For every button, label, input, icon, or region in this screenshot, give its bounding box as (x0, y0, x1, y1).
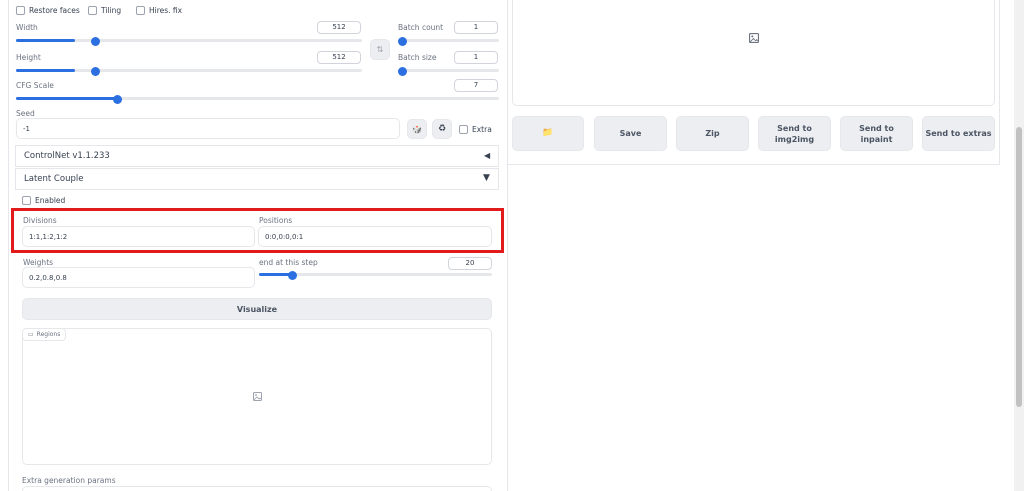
send-to-extras-button[interactable]: Send to extras (922, 116, 995, 151)
restore-faces-label: Restore faces (29, 6, 80, 15)
latent-couple-title: Latent Couple (24, 174, 84, 184)
controlnet-title: ControlNet v1.1.233 (24, 151, 110, 161)
random-seed-button[interactable]: 🎲 (407, 119, 427, 139)
width-slider-thumb[interactable] (91, 37, 100, 46)
image-tag-icon: ▭ (28, 331, 34, 338)
send-to-img2img-button[interactable]: Send to img2img (758, 116, 831, 151)
batch-count-label: Batch count (398, 23, 444, 32)
dice-icon: 🎲 (412, 124, 422, 134)
controlnet-accordion[interactable]: ControlNet v1.1.233 (15, 145, 499, 167)
highlight-box (11, 208, 504, 253)
batch-count-slider[interactable] (398, 39, 499, 42)
open-folder-button[interactable]: 📁 (512, 116, 584, 151)
batch-size-number-input[interactable]: 1 (454, 51, 498, 64)
height-label: Height (16, 53, 41, 62)
height-number-input[interactable]: 512 (317, 51, 361, 64)
extra-seed-checkbox[interactable] (459, 125, 468, 134)
send-to-inpaint-button[interactable]: Send to inpaint (840, 116, 913, 151)
width-label: Width (16, 23, 38, 32)
height-slider-thumb[interactable] (91, 67, 100, 76)
batch-count-slider-thumb[interactable] (398, 37, 407, 46)
seed-value: -1 (23, 124, 30, 133)
restore-faces-checkbox[interactable] (16, 6, 25, 15)
swap-dimensions-button[interactable]: ⇅ (370, 39, 390, 60)
width-slider-fill (16, 39, 75, 42)
recycle-icon: ♻ (437, 123, 447, 134)
end-step-label: end at this step (259, 258, 318, 267)
expanded-arrow-icon[interactable]: ▼ (483, 173, 490, 183)
collapsed-arrow-icon[interactable]: ◀ (484, 151, 490, 160)
weights-label: Weights (23, 258, 54, 267)
seed-label: Seed (16, 109, 35, 118)
gallery-placeholder-icon (749, 33, 759, 45)
batch-size-slider-thumb[interactable] (398, 67, 407, 76)
zip-button[interactable]: Zip (676, 116, 749, 151)
height-slider[interactable] (16, 69, 362, 72)
swap-icon: ⇅ (376, 45, 384, 54)
end-step-number-input[interactable]: 20 (448, 257, 492, 270)
latent-couple-enabled-checkbox[interactable] (22, 196, 31, 205)
width-number-input[interactable]: 512 (317, 21, 361, 34)
visualize-button[interactable]: Visualize (22, 298, 492, 320)
seed-input[interactable]: -1 (16, 118, 400, 139)
image-placeholder-icon (253, 392, 262, 403)
output-gallery[interactable] (512, 0, 995, 106)
page-scrollbar-thumb[interactable] (1016, 127, 1022, 407)
end-step-slider-thumb[interactable] (288, 271, 297, 280)
extra-seed-label: Extra (472, 125, 492, 134)
hires-fix-label: Hires. fix (149, 6, 183, 15)
height-slider-fill (16, 69, 75, 72)
cfg-scale-number-input[interactable]: 7 (454, 79, 498, 92)
tiling-label: Tiling (101, 6, 122, 15)
save-button[interactable]: Save (594, 116, 667, 151)
hires-fix-checkbox[interactable] (136, 6, 145, 15)
regions-tag-label: Regions (36, 331, 61, 338)
batch-size-slider[interactable] (398, 69, 499, 72)
cfg-scale-slider-thumb[interactable] (113, 95, 122, 104)
page-scrollbar[interactable] (1014, 0, 1024, 491)
weights-value: 0.2,0.8,0.8 (29, 273, 67, 282)
folder-icon: 📁 (542, 128, 554, 138)
cfg-scale-label: CFG Scale (16, 81, 54, 90)
tiling-checkbox[interactable] (88, 6, 97, 15)
batch-size-label: Batch size (398, 53, 437, 62)
extra-params-box (22, 486, 492, 491)
batch-count-number-input[interactable]: 1 (454, 21, 498, 34)
regions-tag: ▭ Regions (22, 328, 67, 341)
cfg-scale-slider-fill (16, 97, 118, 100)
extra-params-label: Extra generation params (22, 476, 116, 485)
latent-couple-enabled-label: Enabled (35, 196, 66, 205)
reuse-seed-button[interactable]: ♻ (432, 119, 452, 139)
weights-input[interactable]: 0.2,0.8,0.8 (22, 267, 255, 288)
cfg-scale-slider[interactable] (16, 97, 499, 100)
width-slider[interactable] (16, 39, 362, 42)
latent-couple-accordion[interactable]: Latent Couple (15, 168, 499, 190)
